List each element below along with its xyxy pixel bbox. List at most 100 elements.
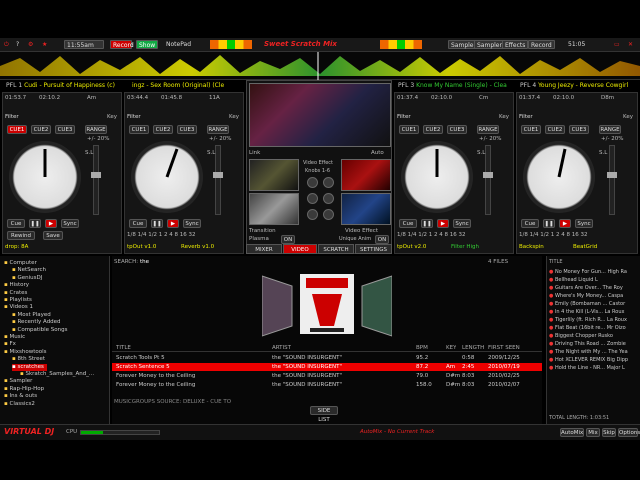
col-artist[interactable]: ARTIST — [272, 344, 291, 352]
video-knob-3[interactable] — [307, 193, 318, 204]
deck3-play-button[interactable]: ▶ — [437, 219, 449, 228]
deck4-cue-button[interactable]: Cue — [521, 219, 539, 228]
folder-item[interactable]: ▪ Fx — [4, 341, 16, 348]
folder-item[interactable]: ▪ Crates — [4, 290, 27, 297]
transition-plasma[interactable]: Plasma — [249, 235, 269, 244]
col-bpm[interactable]: BPM — [416, 344, 428, 352]
power-icon[interactable]: ⏻ — [2, 40, 11, 49]
playlist-item[interactable]: ● Hold the Line - NR... Major L — [549, 364, 639, 372]
video-thumb-left[interactable] — [249, 159, 299, 191]
playlist-item[interactable]: ● No Money For Gun... High Ra — [549, 268, 639, 276]
search-input[interactable]: the — [140, 258, 149, 267]
transition-on-button[interactable]: ON — [281, 235, 295, 244]
deck3-cue3-button[interactable]: CUE3 — [447, 125, 467, 134]
deck2-range-button[interactable]: RANGE — [207, 125, 229, 134]
minimize-icon[interactable]: ▭ — [612, 40, 622, 49]
deck3-cue1-button[interactable]: CUE1 — [399, 125, 419, 134]
video-knob-5[interactable] — [307, 209, 318, 220]
folder-item[interactable]: ▪ Classics2 — [4, 401, 35, 408]
video-thumb-right-2[interactable] — [341, 193, 391, 225]
deck4-pitch-slider[interactable] — [607, 145, 617, 215]
video-thumb-right[interactable] — [341, 159, 391, 191]
folder-item[interactable]: ▪ Music — [4, 334, 25, 341]
deck2-cue-button[interactable]: Cue — [129, 219, 147, 228]
deck2-cue3-button[interactable]: CUE3 — [177, 125, 197, 134]
folder-item[interactable]: ▪ Videos 1 — [4, 304, 33, 311]
folder-item[interactable]: ▪ Mixshowtools — [4, 349, 47, 356]
playlist-item[interactable]: ● Tigerlily (ft. Rich R... La Roux — [549, 316, 639, 324]
waveform-display[interactable] — [0, 52, 640, 80]
deck4-jog-wheel[interactable] — [523, 141, 595, 213]
table-row[interactable]: Forever Money to the Ceiling the "SOUND I… — [112, 381, 542, 389]
deck1-range-button[interactable]: RANGE — [85, 125, 107, 134]
effect-on-button[interactable]: ON — [375, 235, 389, 244]
table-row[interactable]: Scratch Sentence 5 the "SOUND INSURGENT" 8… — [112, 363, 542, 371]
playlist-item[interactable]: ● Emily (Bombaman ... Castor — [549, 300, 639, 308]
deck1-play-button[interactable]: ▶ — [45, 219, 57, 228]
folder-item[interactable]: ▪ NetSearch — [12, 267, 46, 274]
deck4-cue3-button[interactable]: CUE3 — [569, 125, 589, 134]
folder-item[interactable]: ▪ 8th Street — [12, 356, 45, 363]
close-icon[interactable]: ✕ — [626, 40, 635, 49]
deck4-play-button[interactable]: ▶ — [559, 219, 571, 228]
deck2-cue2-button[interactable]: CUE2 — [153, 125, 173, 134]
folder-item[interactable]: ▪ Recently Added — [12, 319, 61, 326]
playlist-item[interactable]: ● Flat Beat (16bit re... Mr Oizo — [549, 324, 639, 332]
playlist-item[interactable]: ● Driving This Road ... Zombie — [549, 340, 639, 348]
deck1-rewind-button[interactable]: Rewind — [7, 231, 35, 240]
deck3-cue2-button[interactable]: CUE2 — [423, 125, 443, 134]
effects-tab[interactable]: Effects — [502, 40, 529, 49]
settings-icon[interactable]: ⚙ — [26, 40, 35, 49]
deck1-pause-button[interactable]: ❚❚ — [29, 219, 41, 228]
deck4-cue1-button[interactable]: CUE1 — [521, 125, 541, 134]
deck4-sync-button[interactable]: Sync — [575, 219, 593, 228]
folder-item[interactable]: ▪ Computer — [4, 260, 37, 267]
deck1-sync-button[interactable]: Sync — [61, 219, 79, 228]
playlist-item[interactable]: ● Guitars Are Over... The Roy — [549, 284, 639, 292]
playlist-item[interactable]: ● Bellhead Liquid L — [549, 276, 639, 284]
deck1-cue2-button[interactable]: CUE2 — [31, 125, 51, 134]
deck1-cue3-button[interactable]: CUE3 — [55, 125, 75, 134]
folder-item[interactable]: ▪ Compatible Songs — [12, 327, 67, 334]
folder-item[interactable]: ▪ History — [4, 282, 29, 289]
effect-unique-anim[interactable]: Unique Anim — [339, 235, 371, 244]
playlist-item[interactable]: ● Where's My Money... Caspa — [549, 292, 639, 300]
col-key[interactable]: KEY — [446, 344, 456, 352]
folder-item[interactable]: ▪ Most Played — [12, 312, 51, 319]
deck1-save-button[interactable]: Save — [43, 231, 63, 240]
video-knob-1[interactable] — [307, 177, 318, 188]
folder-item[interactable]: ▪ GeniusDJ — [12, 275, 42, 282]
deck4-range-button[interactable]: RANGE — [599, 125, 621, 134]
col-first-seen[interactable]: FIRST SEEN — [488, 344, 520, 352]
col-length[interactable]: LENGTH — [462, 344, 484, 352]
options-button[interactable]: Options — [618, 428, 640, 437]
folder-item[interactable]: ▪ Skratch_Samples_And_... — [20, 371, 94, 378]
folder-item[interactable]: ▪ scratches — [12, 363, 47, 371]
video-thumb-left-2[interactable] — [249, 193, 299, 225]
deck3-pitch-slider[interactable] — [483, 145, 493, 215]
video-knob-4[interactable] — [323, 193, 334, 204]
deck3-pause-button[interactable]: ❚❚ — [421, 219, 433, 228]
video-knob-6[interactable] — [323, 209, 334, 220]
playlist-item[interactable]: ● The Night with My ... The Yea — [549, 348, 639, 356]
playlist-item[interactable]: ● In 4 the Kill (L-Vis... La Roux — [549, 308, 639, 316]
tab-settings[interactable]: SETTINGS — [355, 244, 392, 254]
deck2-pitch-slider[interactable] — [213, 145, 223, 215]
record-button[interactable]: Record — [110, 40, 134, 49]
col-title[interactable]: TITLE — [116, 344, 131, 352]
folder-item[interactable]: ▪ Rap-Hip-Hop — [4, 386, 44, 393]
deck1-jog-wheel[interactable] — [9, 141, 81, 213]
deck4-pause-button[interactable]: ❚❚ — [543, 219, 555, 228]
deck2-pause-button[interactable]: ❚❚ — [151, 219, 163, 228]
playlist-item[interactable]: ● Biggest Chopper Rusko — [549, 332, 639, 340]
video-knob-2[interactable] — [323, 177, 334, 188]
deck4-cue2-button[interactable]: CUE2 — [545, 125, 565, 134]
deck2-cue1-button[interactable]: CUE1 — [129, 125, 149, 134]
deck2-sync-button[interactable]: Sync — [183, 219, 201, 228]
deck1-cue-button[interactable]: Cue — [7, 219, 25, 228]
tab-scratch[interactable]: SCRATCH — [318, 244, 354, 254]
automix-button[interactable]: AutoMix — [560, 428, 584, 437]
star-icon[interactable]: ★ — [40, 40, 49, 49]
deck2-jog-wheel[interactable] — [131, 141, 203, 213]
folder-item[interactable]: ▪ Sampler — [4, 378, 32, 385]
